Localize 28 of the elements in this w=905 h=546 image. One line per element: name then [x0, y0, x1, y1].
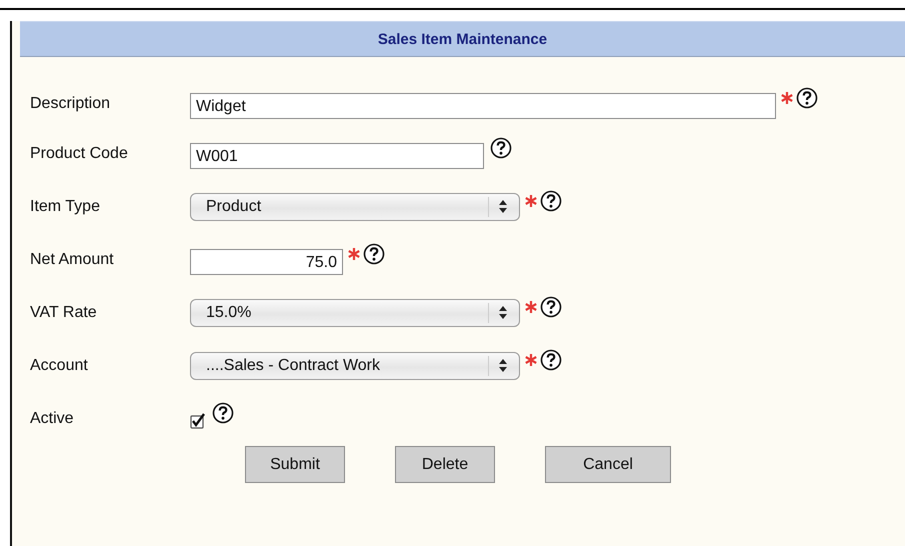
checkbox[interactable]: [190, 412, 206, 428]
field-label: Item Type: [30, 198, 101, 216]
help-icon[interactable]: [540, 296, 562, 318]
help-icon[interactable]: [540, 190, 562, 212]
dropdown[interactable]: Product: [190, 192, 520, 220]
field-label: VAT Rate: [30, 304, 98, 322]
field-label: Net Amount: [30, 250, 115, 268]
dropdown[interactable]: 15.0%: [190, 298, 520, 326]
input-field[interactable]: 75.0: [190, 248, 343, 274]
stepper-arrows-icon: [499, 306, 507, 319]
help-icon[interactable]: [363, 242, 385, 264]
help-icon[interactable]: [490, 136, 512, 158]
help-icon[interactable]: [796, 87, 818, 109]
form-button[interactable]: Delete: [395, 446, 495, 483]
form-button[interactable]: Submit: [245, 446, 345, 483]
field-label: Description: [30, 95, 112, 113]
panel-title: Sales Item Maintenance: [378, 30, 548, 48]
stepper-arrows-icon: [499, 200, 507, 213]
dropdown[interactable]: ....Sales - Contract Work: [190, 352, 520, 380]
stepper-arrows-icon: [499, 359, 507, 372]
help-icon[interactable]: [212, 402, 234, 424]
help-icon[interactable]: [540, 348, 562, 370]
field-label: Account: [30, 356, 89, 374]
field-label: Active: [30, 410, 75, 428]
input-field[interactable]: W001: [190, 142, 484, 168]
form-button[interactable]: Cancel: [545, 446, 671, 483]
input-field[interactable]: Widget: [190, 93, 776, 119]
field-label: Product Code: [30, 144, 129, 162]
